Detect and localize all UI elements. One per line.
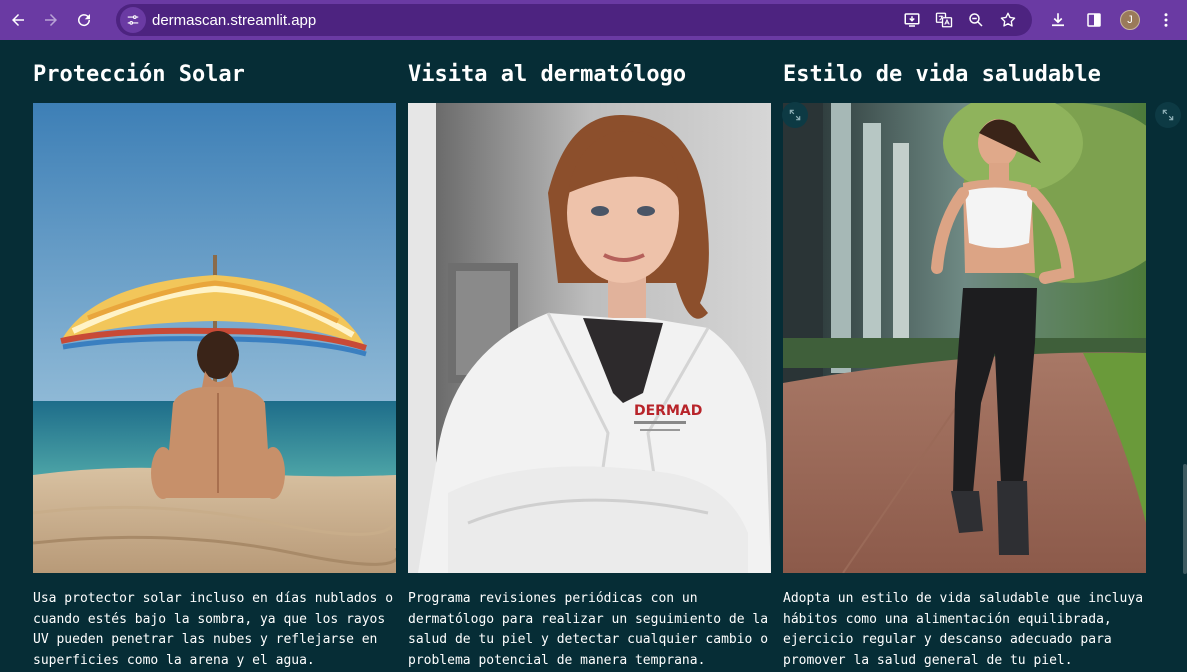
tip-text: Programa revisiones periódicas con un de… xyxy=(408,591,769,668)
tune-icon xyxy=(127,15,139,25)
side-panel-button[interactable] xyxy=(1076,0,1112,40)
url-text: dermascan.streamlit.app xyxy=(152,11,317,29)
menu-button[interactable] xyxy=(1148,0,1184,40)
translate-icon xyxy=(935,12,953,28)
zoom-button[interactable] xyxy=(960,4,992,36)
arrow-right-icon xyxy=(45,14,57,26)
star-icon xyxy=(1000,12,1016,27)
runner-image xyxy=(783,103,1146,573)
more-vert-icon xyxy=(1164,13,1168,27)
browser-toolbar: dermascan.streamlit.app J xyxy=(0,0,1187,40)
translate-button[interactable] xyxy=(928,4,960,36)
tip-title: Estilo de vida saludable xyxy=(783,62,1101,87)
tip-title: Protección Solar xyxy=(33,62,245,87)
site-info-button[interactable] xyxy=(120,7,146,33)
bookmark-button[interactable] xyxy=(992,4,1024,36)
arrow-left-icon xyxy=(12,14,24,26)
expand-icon xyxy=(1162,109,1174,121)
coat-logo-text: DERMAD xyxy=(634,403,702,419)
side-panel-icon xyxy=(1087,13,1101,27)
tip-text: Usa protector solar incluso en días nubl… xyxy=(33,591,394,668)
fullscreen-button[interactable] xyxy=(1155,102,1181,128)
reload-button[interactable] xyxy=(69,5,99,35)
dermatologist-image: DERMAD xyxy=(408,103,771,573)
back-button[interactable] xyxy=(3,5,33,35)
avatar: J xyxy=(1120,10,1140,30)
profile-button[interactable]: J xyxy=(1112,0,1148,40)
forward-button[interactable] xyxy=(36,5,66,35)
app-content: Protección Solar Usa protector solar inc… xyxy=(0,44,1187,672)
download-icon xyxy=(1052,13,1064,27)
downloads-button[interactable] xyxy=(1040,0,1076,40)
zoom-out-icon xyxy=(969,13,983,27)
beach-umbrella-image xyxy=(33,103,396,573)
install-app-button[interactable] xyxy=(896,4,928,36)
tip-title: Visita al dermatólogo xyxy=(408,62,687,87)
install-icon xyxy=(904,13,920,27)
scrollbar-thumb[interactable] xyxy=(1183,464,1187,574)
expand-icon xyxy=(789,109,801,121)
address-bar[interactable]: dermascan.streamlit.app xyxy=(116,4,1032,36)
fullscreen-button[interactable] xyxy=(782,102,808,128)
tip-text: Adopta un estilo de vida saludable que i… xyxy=(783,591,1144,668)
reload-icon xyxy=(78,14,91,27)
